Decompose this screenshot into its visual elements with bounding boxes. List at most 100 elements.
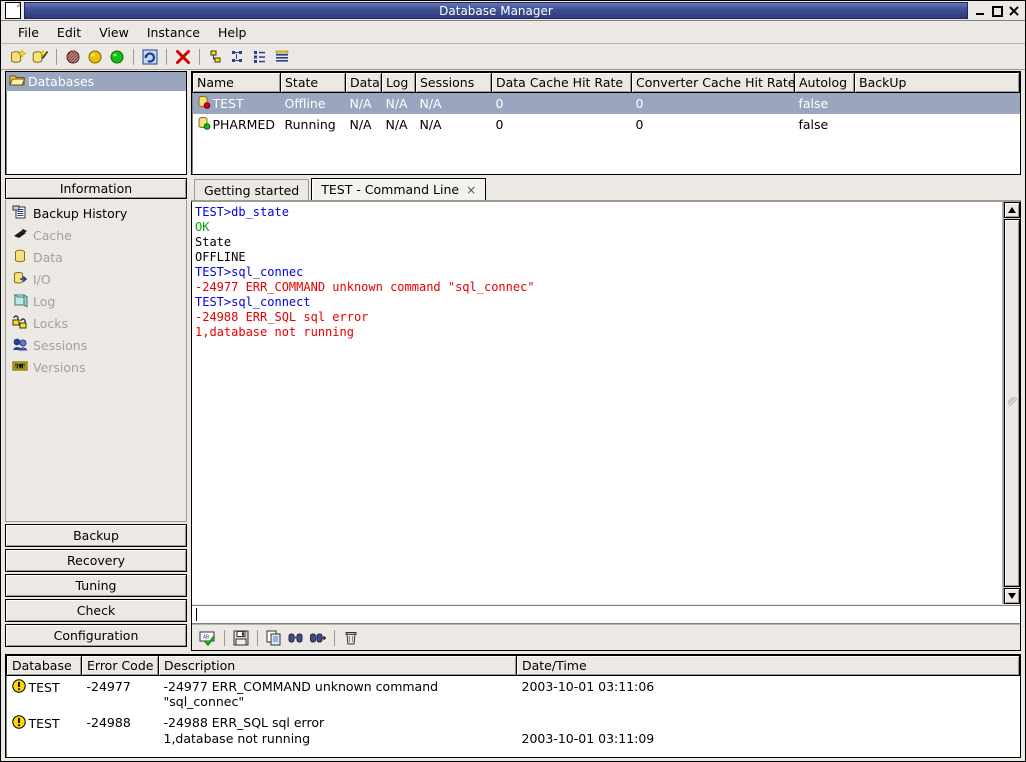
menu-edit[interactable]: Edit bbox=[48, 23, 90, 42]
col-data-cache-hit-rate[interactable]: Data Cache Hit Rate bbox=[492, 73, 632, 93]
trash-icon[interactable] bbox=[340, 627, 362, 648]
console-line: 1,database not running bbox=[195, 325, 354, 339]
table-row[interactable]: TEST -24977 -24977 ERR_COMMAND unknown c… bbox=[7, 676, 1020, 713]
col-converter-cache-hit-rate[interactable]: Converter Cache Hit Rate bbox=[632, 73, 795, 93]
console-toolbar: AB bbox=[192, 624, 1020, 650]
description-line-1: -24988 ERR_SQL sql error bbox=[164, 715, 512, 731]
versions-icon: V1.0 bbox=[12, 359, 28, 376]
cell-database: TEST bbox=[7, 676, 82, 713]
sidebar-item-label: Backup History bbox=[33, 206, 127, 221]
database-wizard-icon[interactable] bbox=[29, 46, 51, 67]
cell-data: N/A bbox=[346, 114, 382, 135]
col-name[interactable]: Name bbox=[193, 73, 281, 93]
database-name: TEST bbox=[29, 716, 60, 731]
backup-button[interactable]: Backup bbox=[5, 524, 187, 547]
window-menu-icon[interactable] bbox=[5, 2, 21, 19]
col-log[interactable]: Log bbox=[382, 73, 416, 93]
tab-test-command-line[interactable]: TEST - Command Line × bbox=[311, 178, 486, 200]
col-sessions[interactable]: Sessions bbox=[416, 73, 492, 93]
database-name: PHARMED bbox=[213, 117, 275, 132]
tree-view-icon[interactable] bbox=[227, 46, 249, 67]
close-button[interactable] bbox=[1007, 4, 1021, 18]
console-line: -24977 ERR_COMMAND unknown command "sql_… bbox=[195, 280, 535, 294]
scroll-up-button[interactable] bbox=[1004, 202, 1020, 218]
table-row[interactable]: TEST Offline N/A N/A N/A 0 0 false bbox=[193, 93, 1020, 115]
tab-close-icon[interactable]: × bbox=[466, 183, 476, 197]
minimize-button[interactable] bbox=[973, 4, 987, 18]
menu-view[interactable]: View bbox=[90, 23, 138, 42]
database-name: TEST bbox=[29, 680, 60, 695]
col-error-code[interactable]: Error Code bbox=[82, 656, 159, 676]
save-icon[interactable] bbox=[230, 627, 252, 648]
col-data[interactable]: Data bbox=[346, 73, 382, 93]
window-controls bbox=[973, 4, 1021, 18]
error-log-table: Database Error Code Description Date/Tim… bbox=[6, 655, 1020, 750]
col-backup[interactable]: BackUp bbox=[855, 73, 1020, 93]
scroll-thumb[interactable] bbox=[1004, 219, 1020, 587]
sidebar-item-sessions[interactable]: Sessions bbox=[6, 334, 186, 356]
sidebar-item-log[interactable]: Log bbox=[6, 290, 186, 312]
table-row[interactable]: TEST -24988 -24988 ERR_SQL sql error 1,d… bbox=[7, 712, 1020, 750]
col-date-time[interactable]: Date/Time bbox=[517, 656, 1020, 676]
cell-data-cache-hit-rate: 0 bbox=[492, 93, 632, 115]
tree-item-databases[interactable]: Databases bbox=[6, 72, 186, 91]
sidebar-item-cache[interactable]: Cache bbox=[6, 224, 186, 246]
sidebar-item-label: Log bbox=[33, 294, 55, 309]
description-line-2: 1,database not running bbox=[164, 731, 512, 747]
col-state[interactable]: State bbox=[281, 73, 346, 93]
tree-item-label: Databases bbox=[28, 74, 94, 89]
sidebar-item-backup-history[interactable]: Backup History bbox=[6, 202, 186, 224]
console-output[interactable]: TEST>db_state OK State OFFLINE TEST>sql_… bbox=[192, 202, 1003, 604]
database-tree[interactable]: Databases bbox=[5, 71, 187, 175]
check-syntax-icon[interactable]: AB bbox=[197, 627, 219, 648]
database-table-header-row: Name State Data Log Sessions Data Cache … bbox=[193, 73, 1020, 93]
tuning-button[interactable]: Tuning bbox=[5, 574, 187, 597]
menu-instance[interactable]: Instance bbox=[138, 23, 209, 42]
col-description[interactable]: Description bbox=[159, 656, 517, 676]
configuration-button[interactable]: Configuration bbox=[5, 624, 187, 647]
table-row[interactable]: PHARMED Running N/A N/A N/A 0 0 false bbox=[193, 114, 1020, 135]
col-database[interactable]: Database bbox=[7, 656, 82, 676]
cell-description: -24988 ERR_SQL sql error 1,database not … bbox=[159, 712, 517, 750]
error-icon bbox=[12, 715, 26, 732]
check-button[interactable]: Check bbox=[5, 599, 187, 622]
toolbar-separator-4 bbox=[199, 49, 200, 65]
command-input[interactable] bbox=[192, 605, 1020, 624]
state-admin-icon[interactable] bbox=[84, 46, 106, 67]
sidebar-item-versions[interactable]: V1.0 Versions bbox=[6, 356, 186, 378]
state-online-icon[interactable] bbox=[106, 46, 128, 67]
sidebar-item-label: Cache bbox=[33, 228, 72, 243]
command-line-panel: TEST>db_state OK State OFFLINE TEST>sql_… bbox=[191, 201, 1021, 651]
tab-label: TEST - Command Line bbox=[321, 182, 459, 197]
scroll-down-button[interactable] bbox=[1004, 588, 1020, 604]
sidebar-item-locks[interactable]: Locks bbox=[6, 312, 186, 334]
refresh-icon[interactable] bbox=[139, 46, 161, 67]
information-header[interactable]: Information bbox=[5, 178, 187, 199]
database-table[interactable]: Name State Data Log Sessions Data Cache … bbox=[191, 71, 1021, 175]
sessions-icon bbox=[12, 337, 28, 354]
cell-converter-cache-hit-rate: 0 bbox=[632, 93, 795, 115]
find-icon[interactable] bbox=[285, 627, 307, 648]
table-view-icon[interactable] bbox=[271, 46, 293, 67]
menu-file[interactable]: File bbox=[9, 23, 48, 42]
list-view-icon[interactable] bbox=[205, 46, 227, 67]
sidebar-item-data[interactable]: Data bbox=[6, 246, 186, 268]
cell-name: PHARMED bbox=[193, 114, 281, 135]
detail-view-icon[interactable] bbox=[249, 46, 271, 67]
maximize-button[interactable] bbox=[990, 4, 1004, 18]
error-log-panel[interactable]: Database Error Code Description Date/Tim… bbox=[5, 654, 1021, 758]
new-database-icon[interactable] bbox=[7, 46, 29, 67]
copy-icon[interactable] bbox=[263, 627, 285, 648]
recovery-button[interactable]: Recovery bbox=[5, 549, 187, 572]
cell-name: TEST bbox=[193, 93, 281, 115]
cell-log: N/A bbox=[382, 93, 416, 115]
console-row: TEST>db_state OK State OFFLINE TEST>sql_… bbox=[192, 202, 1020, 604]
menu-help[interactable]: Help bbox=[209, 23, 256, 42]
console-vertical-scrollbar[interactable] bbox=[1003, 202, 1020, 604]
state-offline-icon[interactable] bbox=[62, 46, 84, 67]
tab-getting-started[interactable]: Getting started bbox=[194, 179, 309, 200]
col-autolog[interactable]: Autolog bbox=[795, 73, 855, 93]
delete-icon[interactable] bbox=[172, 46, 194, 67]
sidebar-item-io[interactable]: I/O bbox=[6, 268, 186, 290]
find-next-icon[interactable] bbox=[307, 627, 329, 648]
